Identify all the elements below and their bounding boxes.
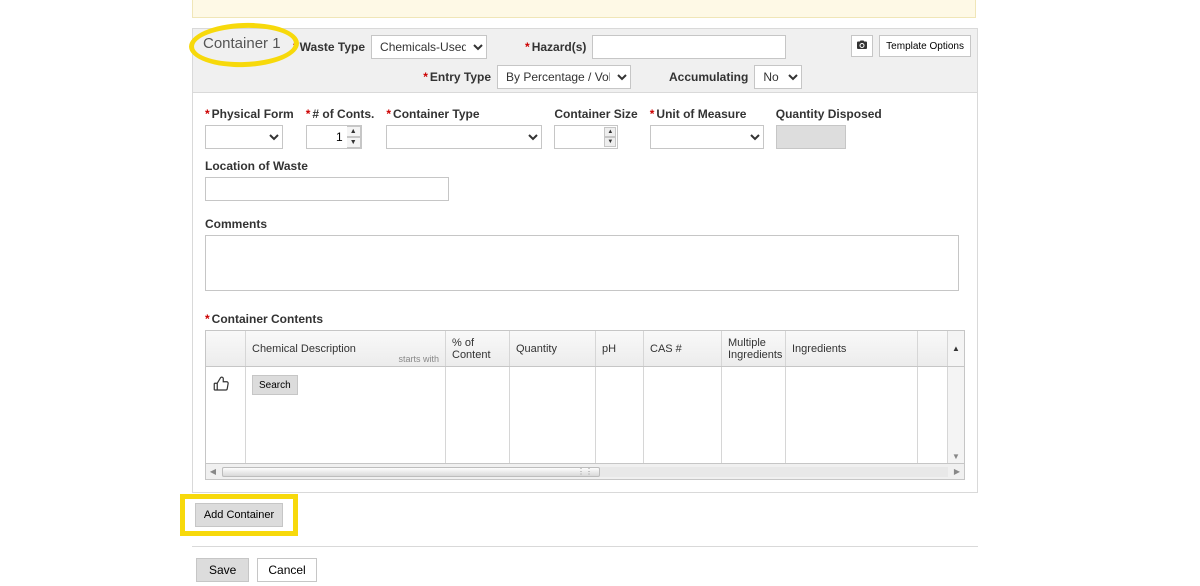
location-field: Location of Waste (205, 159, 965, 201)
hazards-label: *Hazard(s) (525, 40, 586, 54)
required-asterisk: * (525, 40, 530, 54)
location-label: Location of Waste (205, 159, 965, 173)
grid-row-pct (446, 367, 510, 463)
comments-label: Comments (205, 217, 965, 231)
footer-separator (192, 546, 978, 547)
grid-horizontal-scrollbar[interactable]: ◀ ⋮⋮ ▶ (206, 463, 964, 479)
physical-form-label: *Physical Form (205, 107, 294, 121)
template-options-button[interactable]: Template Options (879, 35, 971, 57)
header-row-2: *Entry Type By Percentage / Volume Accum… (293, 65, 802, 89)
grid-col-extra (918, 331, 948, 366)
container-size-label: Container Size (554, 107, 637, 121)
location-input[interactable] (205, 177, 449, 201)
page: Container 1 *Waste Type Chemicals-Used *… (0, 0, 1200, 586)
num-conts-spinner[interactable]: ▲ ▼ (306, 125, 362, 149)
grid-row-ing (786, 367, 918, 463)
add-container-button[interactable]: Add Container (195, 503, 283, 527)
grid-col-qty[interactable]: Quantity (510, 331, 596, 366)
hazards-input[interactable] (592, 35, 786, 59)
scroll-down-icon[interactable]: ▼ (952, 450, 960, 463)
grid-body: Search ▼ (206, 367, 964, 463)
scroll-thumb[interactable] (222, 467, 600, 477)
grid-row-ph (596, 367, 644, 463)
notice-bar (192, 0, 976, 18)
container-body: *Physical Form *# of Conts. ▲ ▼ *Contain… (192, 93, 978, 493)
scroll-track[interactable]: ⋮⋮ (222, 467, 948, 477)
waste-type-select[interactable]: Chemicals-Used (371, 35, 487, 59)
container-header: Container 1 *Waste Type Chemicals-Used *… (192, 28, 978, 93)
grid-col-pct[interactable]: % of Content (446, 331, 510, 366)
fields-row-1: *Physical Form *# of Conts. ▲ ▼ *Contain… (205, 107, 965, 149)
grid-col-cas[interactable]: CAS # (644, 331, 722, 366)
grid-header: Chemical Description starts with % of Co… (206, 331, 964, 367)
grid-row-cas (644, 367, 722, 463)
grid-row-qty (510, 367, 596, 463)
physical-form-select[interactable] (205, 125, 283, 149)
qty-disposed-label: Quantity Disposed (776, 107, 882, 121)
entry-type-label: *Entry Type (423, 70, 491, 84)
spinner-up-icon[interactable]: ▲ (604, 127, 616, 137)
grid-col-chem-desc-label: Chemical Description (252, 343, 356, 355)
cancel-button[interactable]: Cancel (257, 558, 316, 582)
grid-row-extra (918, 367, 948, 463)
entry-type-select[interactable]: By Percentage / Volume (497, 65, 631, 89)
comments-field: Comments (205, 217, 965, 294)
header-right-controls: Template Options (851, 35, 971, 57)
spinner-down-icon[interactable]: ▼ (347, 137, 361, 148)
accumulating-label: Accumulating (669, 70, 748, 84)
spinner-up-icon[interactable]: ▲ (347, 126, 361, 137)
highlight-rect-annotation: Add Container (180, 494, 298, 536)
footer-buttons: Save Cancel (196, 558, 317, 582)
qty-disposed-input (776, 125, 846, 149)
grid-scroll-up-icon[interactable]: ▲ (948, 331, 964, 366)
thumbs-up-icon (212, 384, 230, 396)
required-asterisk: * (423, 70, 428, 84)
num-conts-label: *# of Conts. (306, 107, 375, 121)
container-contents-label: *Container Contents (205, 312, 965, 326)
save-button[interactable]: Save (196, 558, 249, 582)
starts-with-label: starts with (398, 354, 439, 364)
container-title: Container 1 (203, 35, 281, 52)
container-type-select[interactable] (386, 125, 542, 149)
contents-grid: Chemical Description starts with % of Co… (205, 330, 965, 480)
camera-icon (856, 39, 868, 54)
required-asterisk: * (293, 40, 298, 54)
grid-row-multi (722, 367, 786, 463)
grid-vertical-scrollbar[interactable]: ▼ (948, 367, 964, 463)
container-size-spinner[interactable]: ▲ ▼ (554, 125, 618, 149)
scroll-left-icon[interactable]: ◀ (206, 467, 220, 476)
comments-textarea[interactable] (205, 235, 959, 291)
container-type-label: *Container Type (386, 107, 542, 121)
grid-col-chem-desc[interactable]: Chemical Description starts with (246, 331, 446, 366)
grid-col-ingredients[interactable]: Ingredients (786, 331, 918, 366)
grid-row-action[interactable] (206, 367, 246, 463)
accumulating-select[interactable]: No (754, 65, 802, 89)
camera-button[interactable] (851, 35, 873, 57)
grid-col-actions (206, 331, 246, 366)
spinner-down-icon[interactable]: ▼ (604, 137, 616, 147)
uom-select[interactable] (650, 125, 764, 149)
grid-col-multi[interactable]: Multiple Ingredients (722, 331, 786, 366)
grid-col-ph[interactable]: pH (596, 331, 644, 366)
grid-row-chem-desc: Search (246, 367, 446, 463)
scroll-right-icon[interactable]: ▶ (950, 467, 964, 476)
search-button[interactable]: Search (252, 375, 298, 395)
uom-label: *Unit of Measure (650, 107, 764, 121)
waste-type-label: *Waste Type (293, 40, 365, 54)
